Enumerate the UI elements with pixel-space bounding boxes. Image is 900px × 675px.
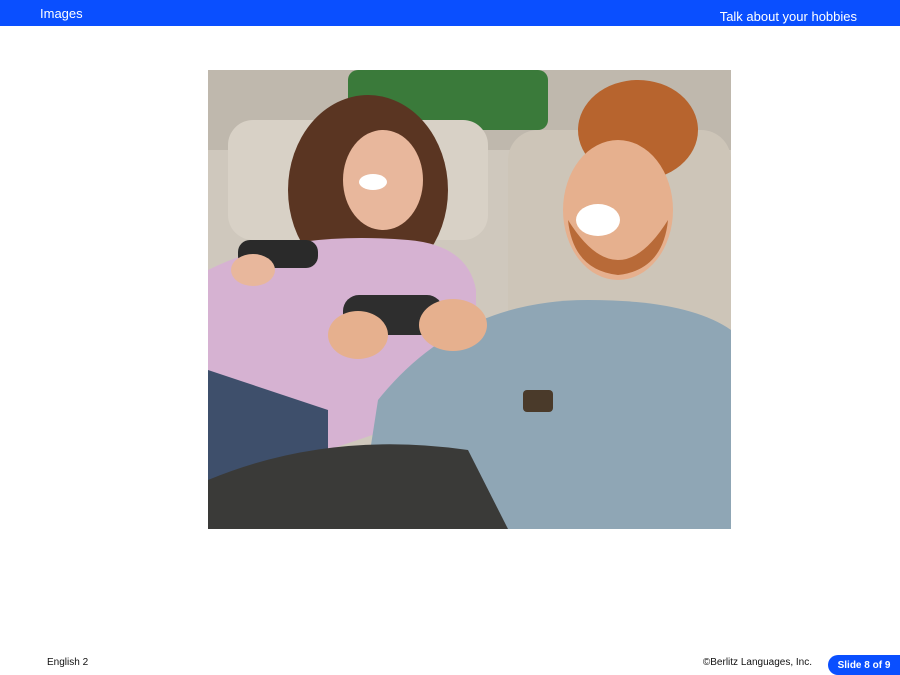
slide-indicator: Slide 8 of 9 (828, 655, 900, 675)
slide-photo (208, 70, 731, 529)
couple-gaming-illustration (208, 70, 731, 529)
course-label: English 2 (47, 657, 89, 668)
header-bar: Images Talk about your hobbies (0, 0, 900, 26)
slide-indicator-label: Slide 8 of 9 (837, 659, 891, 671)
section-label: Images (40, 6, 83, 21)
lesson-title: Talk about your hobbies (719, 9, 857, 24)
copyright-notice: ©Berlitz Languages, Inc. (702, 657, 812, 668)
